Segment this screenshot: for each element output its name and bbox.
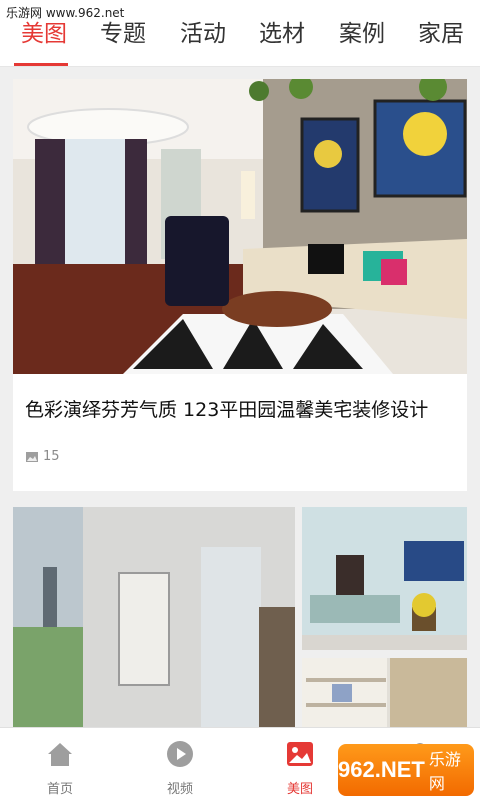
photo-count: 15 <box>25 449 60 464</box>
grid-photo-top-right[interactable] <box>302 507 467 650</box>
house-icon <box>48 743 72 766</box>
grid-photo-bottom-right[interactable] <box>302 658 467 727</box>
feature-image[interactable] <box>13 79 467 374</box>
white-room-photo <box>13 507 295 727</box>
active-tab-indicator <box>14 63 68 66</box>
grid-photo-large[interactable] <box>13 507 295 727</box>
tab-xuancai[interactable]: 选材 <box>259 22 305 66</box>
tab-label: 家居 <box>418 21 464 47</box>
tab-zhuanti[interactable]: 专题 <box>100 22 146 66</box>
nav-gallery-label: 美图 <box>286 782 313 797</box>
shelf-photo <box>302 658 467 727</box>
watermark-sub: 乐游网 <box>428 750 461 793</box>
tab-label: 美图 <box>21 21 67 47</box>
nav-home-label: 首页 <box>46 782 73 797</box>
status-bar: 乐游网 www.962.net <box>0 0 480 22</box>
photo-grid <box>13 507 467 727</box>
image-icon <box>26 451 38 462</box>
tab-label: 专题 <box>100 21 146 47</box>
status-text: 乐游网 www.962.net <box>6 6 125 20</box>
photo-count-value: 15 <box>43 449 60 464</box>
nav-video[interactable]: 视频 <box>132 728 228 801</box>
watermark-suffix: .NET <box>374 757 425 782</box>
tab-label: 案例 <box>339 21 385 47</box>
watermark-brand: 962 <box>338 757 375 782</box>
feature-card[interactable]: 色彩演绎芬芳气质 123平田园温馨美宅装修设计 15 <box>13 79 467 491</box>
tab-anli[interactable]: 案例 <box>339 22 385 66</box>
nav-video-label: 视频 <box>166 782 193 797</box>
tab-huodong[interactable]: 活动 <box>180 22 226 66</box>
nav-home[interactable]: 首页 <box>12 728 108 801</box>
tab-jiaju[interactable]: 家居 <box>418 22 464 66</box>
nav-gallery[interactable]: 美图 <box>252 728 348 801</box>
category-tabs: 美图 专题 活动 选材 案例 家居 <box>0 22 480 67</box>
tab-label: 选材 <box>259 21 305 47</box>
watermark-logo: 962 .NET 乐游网 <box>338 744 474 796</box>
living-room-photo <box>13 79 467 374</box>
tab-label: 活动 <box>180 21 226 47</box>
play-icon <box>167 741 193 767</box>
feature-title[interactable]: 色彩演绎芬芳气质 123平田园温馨美宅装修设计 <box>25 395 428 422</box>
image-icon <box>287 742 313 766</box>
lounge-photo <box>302 507 467 650</box>
tab-meitu[interactable]: 美图 <box>21 22 67 66</box>
